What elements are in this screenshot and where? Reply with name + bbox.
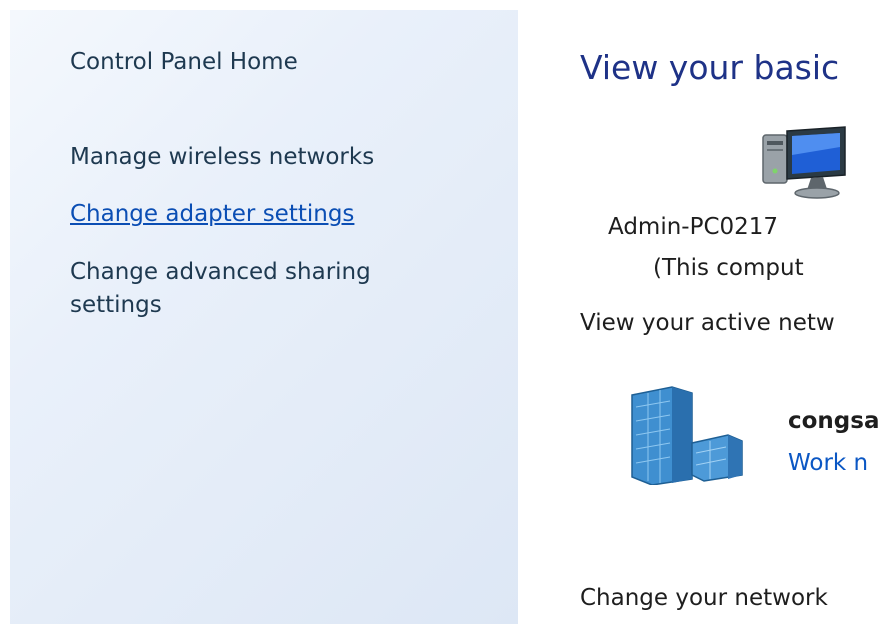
active-networks-heading: View your active netw xyxy=(580,310,835,336)
sidebar: Control Panel Home Manage wireless netwo… xyxy=(10,10,518,624)
network-name: congsa xyxy=(788,408,880,434)
main-content: View your basic Admin-PC0217 (This compu… xyxy=(518,0,886,624)
network-type-link[interactable]: Work n xyxy=(788,450,868,476)
sidebar-item-change-advanced-sharing-settings[interactable]: Change advanced sharing settings xyxy=(70,256,450,322)
change-network-heading: Change your network xyxy=(580,585,828,611)
computer-name: Admin-PC0217 xyxy=(608,214,779,240)
network-building-icon xyxy=(631,386,743,485)
network-sharing-center-window: Control Panel Home Manage wireless netwo… xyxy=(0,0,886,624)
sidebar-item-manage-wireless-networks[interactable]: Manage wireless networks xyxy=(70,141,374,174)
computer-subtitle: (This comput xyxy=(653,255,804,281)
computer-icon xyxy=(762,126,846,199)
sidebar-item-control-panel-home[interactable]: Control Panel Home xyxy=(70,46,298,79)
sidebar-item-change-adapter-settings[interactable]: Change adapter settings xyxy=(70,198,354,231)
page-title: View your basic xyxy=(580,48,840,87)
